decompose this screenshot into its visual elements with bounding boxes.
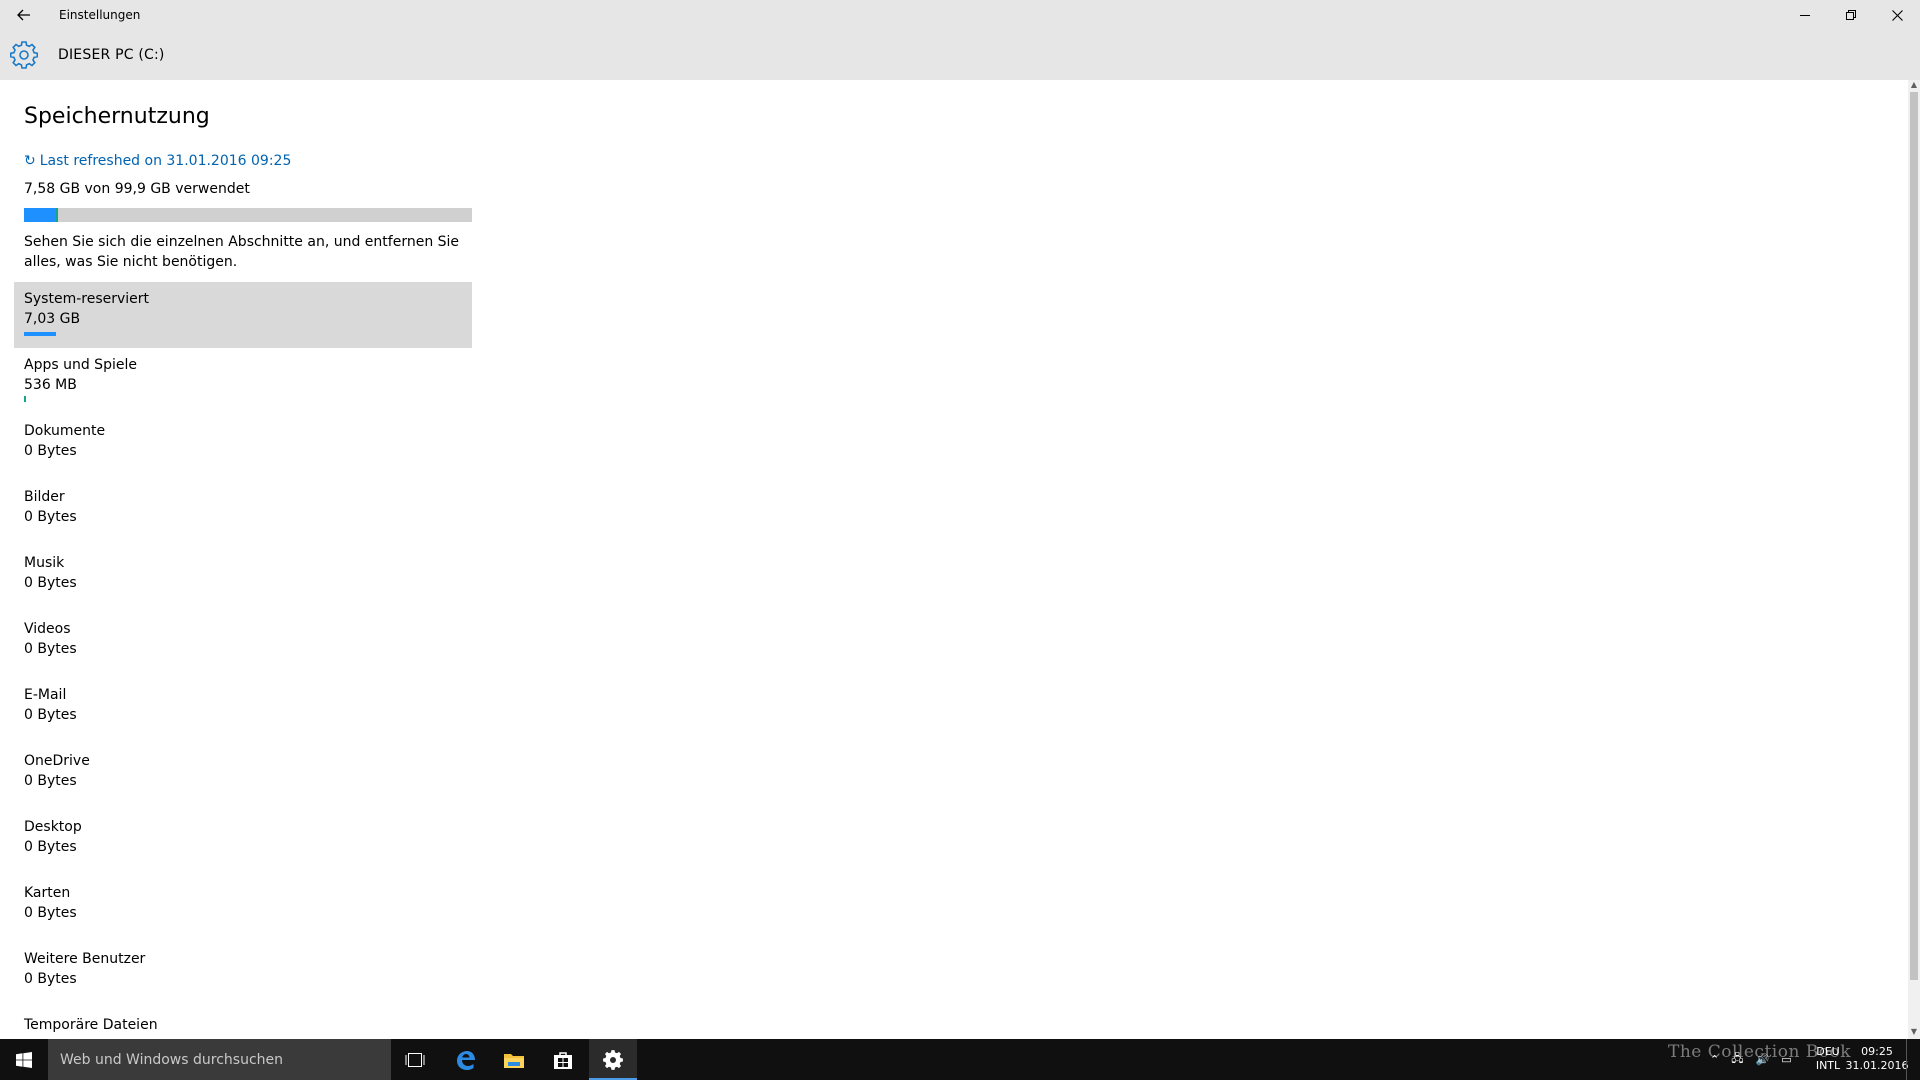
category-item-onedrive[interactable]: OneDrive 0 Bytes <box>14 744 472 810</box>
store-button[interactable] <box>539 1039 587 1080</box>
category-name: System-reserviert <box>24 291 150 307</box>
category-item-pictures[interactable]: Bilder 0 Bytes <box>14 480 472 546</box>
content-area: Speichernutzung ↻ Last refreshed on 31.0… <box>0 80 1908 1039</box>
store-bag-icon <box>554 1051 572 1069</box>
page-header: DIESER PC (C:) <box>0 31 1920 80</box>
category-item-documents[interactable]: Dokumente 0 Bytes <box>14 414 472 480</box>
description-text: Sehen Sie sich die einzelnen Abschnitte … <box>24 234 460 270</box>
category-name: E-Mail <box>24 687 67 703</box>
category-item-temp-files[interactable]: Temporäre Dateien <box>14 1008 472 1039</box>
back-button[interactable] <box>10 2 38 28</box>
category-size: 0 Bytes <box>24 839 77 855</box>
category-item-other-users[interactable]: Weitere Benutzer 0 Bytes <box>14 942 472 1008</box>
usage-bar <box>24 208 472 222</box>
category-item-apps[interactable]: Apps und Spiele 536 MB <box>14 348 472 414</box>
category-name: Desktop <box>24 819 82 835</box>
window-title: Einstellungen <box>59 8 141 22</box>
category-item-maps[interactable]: Karten 0 Bytes <box>14 876 472 942</box>
category-name: OneDrive <box>24 753 90 769</box>
category-name: Karten <box>24 885 71 901</box>
category-list: System-reserviert 7,03 GB Apps und Spiel… <box>14 282 472 1039</box>
category-size: 0 Bytes <box>24 773 77 789</box>
clock[interactable]: 09:25 31.01.2016 <box>1842 1045 1912 1073</box>
page-title: Speichernutzung <box>24 104 210 129</box>
category-usage-bar <box>24 396 26 402</box>
clock-time: 09:25 <box>1861 1045 1893 1058</box>
scrollbar-thumb[interactable] <box>1910 92 1918 980</box>
clock-date: 31.01.2016 <box>1845 1059 1909 1072</box>
taskbar: Web und Windows durchsuchen ⌃ 🖧 🔊 ▭ DEU … <box>0 1039 1920 1080</box>
category-item-music[interactable]: Musik 0 Bytes <box>14 546 472 612</box>
refresh-text: Last refreshed on 31.01.2016 09:25 <box>39 153 292 169</box>
category-item-desktop[interactable]: Desktop 0 Bytes <box>14 810 472 876</box>
category-size: 0 Bytes <box>24 971 77 987</box>
usage-bar-apps-fill <box>56 208 58 222</box>
category-name: Apps und Spiele <box>24 357 137 373</box>
task-view-icon <box>405 1052 425 1067</box>
file-explorer-button[interactable] <box>490 1039 538 1080</box>
refresh-icon: ↻ <box>24 153 36 169</box>
header-title: DIESER PC (C:) <box>58 47 165 63</box>
edge-button[interactable] <box>441 1039 489 1080</box>
usage-bar-system-fill <box>24 208 56 222</box>
windows-logo-icon <box>16 1051 32 1068</box>
category-size: 536 MB <box>24 377 77 393</box>
folder-icon <box>504 1053 524 1068</box>
category-item-email[interactable]: E-Mail 0 Bytes <box>14 678 472 744</box>
close-button[interactable] <box>1874 0 1920 31</box>
task-view-button[interactable] <box>391 1039 439 1080</box>
gear-icon <box>10 41 38 69</box>
category-size: 0 Bytes <box>24 905 77 921</box>
category-name: Temporäre Dateien <box>24 1017 158 1033</box>
category-name: Videos <box>24 621 71 637</box>
vertical-scrollbar[interactable]: ▲ ▼ <box>1908 80 1920 1039</box>
back-arrow-icon <box>17 9 30 21</box>
category-size: 0 Bytes <box>24 707 77 723</box>
category-size: 0 Bytes <box>24 509 77 525</box>
category-name: Dokumente <box>24 423 106 439</box>
watermark-text: The Collection Book <box>1668 1042 1852 1062</box>
restore-button[interactable] <box>1828 0 1874 31</box>
show-desktop-button[interactable] <box>1906 1039 1920 1080</box>
category-size: 0 Bytes <box>24 575 77 591</box>
taskbar-search-box[interactable]: Web und Windows durchsuchen <box>48 1039 391 1080</box>
category-usage-bar <box>24 332 56 336</box>
minimize-button[interactable] <box>1782 0 1828 31</box>
close-icon <box>1891 10 1903 21</box>
minimize-icon <box>1799 15 1810 16</box>
usage-summary: 7,58 GB von 99,9 GB verwendet <box>24 181 250 197</box>
category-size: 0 Bytes <box>24 443 77 459</box>
start-button[interactable] <box>0 1039 48 1080</box>
settings-taskbar-button[interactable] <box>589 1039 637 1080</box>
restore-icon <box>1845 10 1856 20</box>
category-name: Musik <box>24 555 65 571</box>
category-item-system-reserved[interactable]: System-reserviert 7,03 GB <box>14 282 472 348</box>
title-bar: Einstellungen <box>0 0 1920 31</box>
scroll-down-icon[interactable]: ▼ <box>1908 1027 1920 1039</box>
refresh-link[interactable]: ↻ Last refreshed on 31.01.2016 09:25 <box>24 153 291 169</box>
category-item-videos[interactable]: Videos 0 Bytes <box>14 612 472 678</box>
category-name: Bilder <box>24 489 65 505</box>
category-name: Weitere Benutzer <box>24 951 146 967</box>
gear-icon <box>603 1049 623 1070</box>
category-size: 7,03 GB <box>24 311 81 327</box>
search-placeholder: Web und Windows durchsuchen <box>60 1051 284 1068</box>
scroll-up-icon[interactable]: ▲ <box>1908 80 1920 92</box>
category-size: 0 Bytes <box>24 641 77 657</box>
edge-browser-icon <box>457 1050 475 1070</box>
